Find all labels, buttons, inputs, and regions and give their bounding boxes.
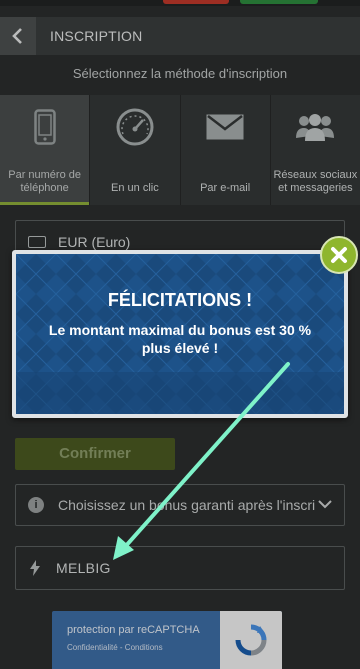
modal-title: FÉLICITATIONS ! [107, 290, 253, 310]
method-prompt: Sélectionnez la méthode d'inscription [72, 66, 288, 81]
bonus-placeholder: Choisissez un bonus garanti après l'insc… [58, 497, 316, 513]
info-icon: i [28, 497, 44, 513]
method-label-one-click: En un clic [111, 182, 159, 194]
recaptcha-title: protection par reCAPTCHA [67, 624, 200, 636]
method-tab-social[interactable]: Réseaux sociaux et messageries [270, 95, 360, 205]
method-tab-email[interactable]: Par e-mail [180, 95, 271, 205]
banknote-icon [28, 236, 46, 248]
bonus-select[interactable]: i Choisissez un bonus garanti après l'in… [15, 484, 345, 526]
method-tab-one-click[interactable]: En un clic [90, 95, 181, 205]
recaptcha-badge[interactable]: protection par reCAPTCHA Confidentialité… [52, 611, 282, 669]
method-tab-phone[interactable]: Par numéro de téléphone [0, 95, 91, 205]
chevron-left-icon [12, 28, 22, 44]
method-label-email: Par e-mail [200, 182, 251, 194]
registration-methods: Par numéro de téléphone En un clic Par e… [0, 95, 360, 205]
chevron-down-icon [318, 500, 332, 509]
recaptcha-icon [235, 624, 267, 656]
method-label-social: Réseaux sociaux et messageries [273, 169, 358, 194]
lightning-icon [30, 560, 40, 576]
active-tab-indicator [0, 202, 90, 205]
confirm-button[interactable]: Confirmer [15, 438, 175, 470]
top-red-button[interactable] [163, 0, 229, 4]
back-button[interactable] [0, 17, 36, 55]
method-label-phone: Par numéro de téléphone [8, 169, 81, 194]
close-icon [331, 247, 347, 263]
congrats-modal: FÉLICITATIONS ! Le montant maximal du bo… [12, 250, 348, 418]
currency-value: EUR (Euro) [58, 234, 131, 250]
page-title: INSCRIPTION [50, 28, 143, 44]
modal-close-button[interactable] [320, 236, 358, 274]
recaptcha-links[interactable]: Confidentialité - Conditions [67, 643, 163, 652]
envelope-icon [206, 114, 244, 140]
recaptcha-logo [220, 611, 282, 669]
users-icon [296, 114, 335, 141]
modal-message: Le montant maximal du bonus est 30 % plu… [48, 322, 312, 356]
top-green-button[interactable] [240, 0, 318, 4]
speedometer-icon [116, 108, 154, 146]
phone-icon [33, 109, 56, 145]
header: INSCRIPTION [0, 17, 360, 55]
promo-code-input[interactable]: MELBIG [15, 546, 345, 590]
promo-code-value: MELBIG [56, 560, 111, 576]
